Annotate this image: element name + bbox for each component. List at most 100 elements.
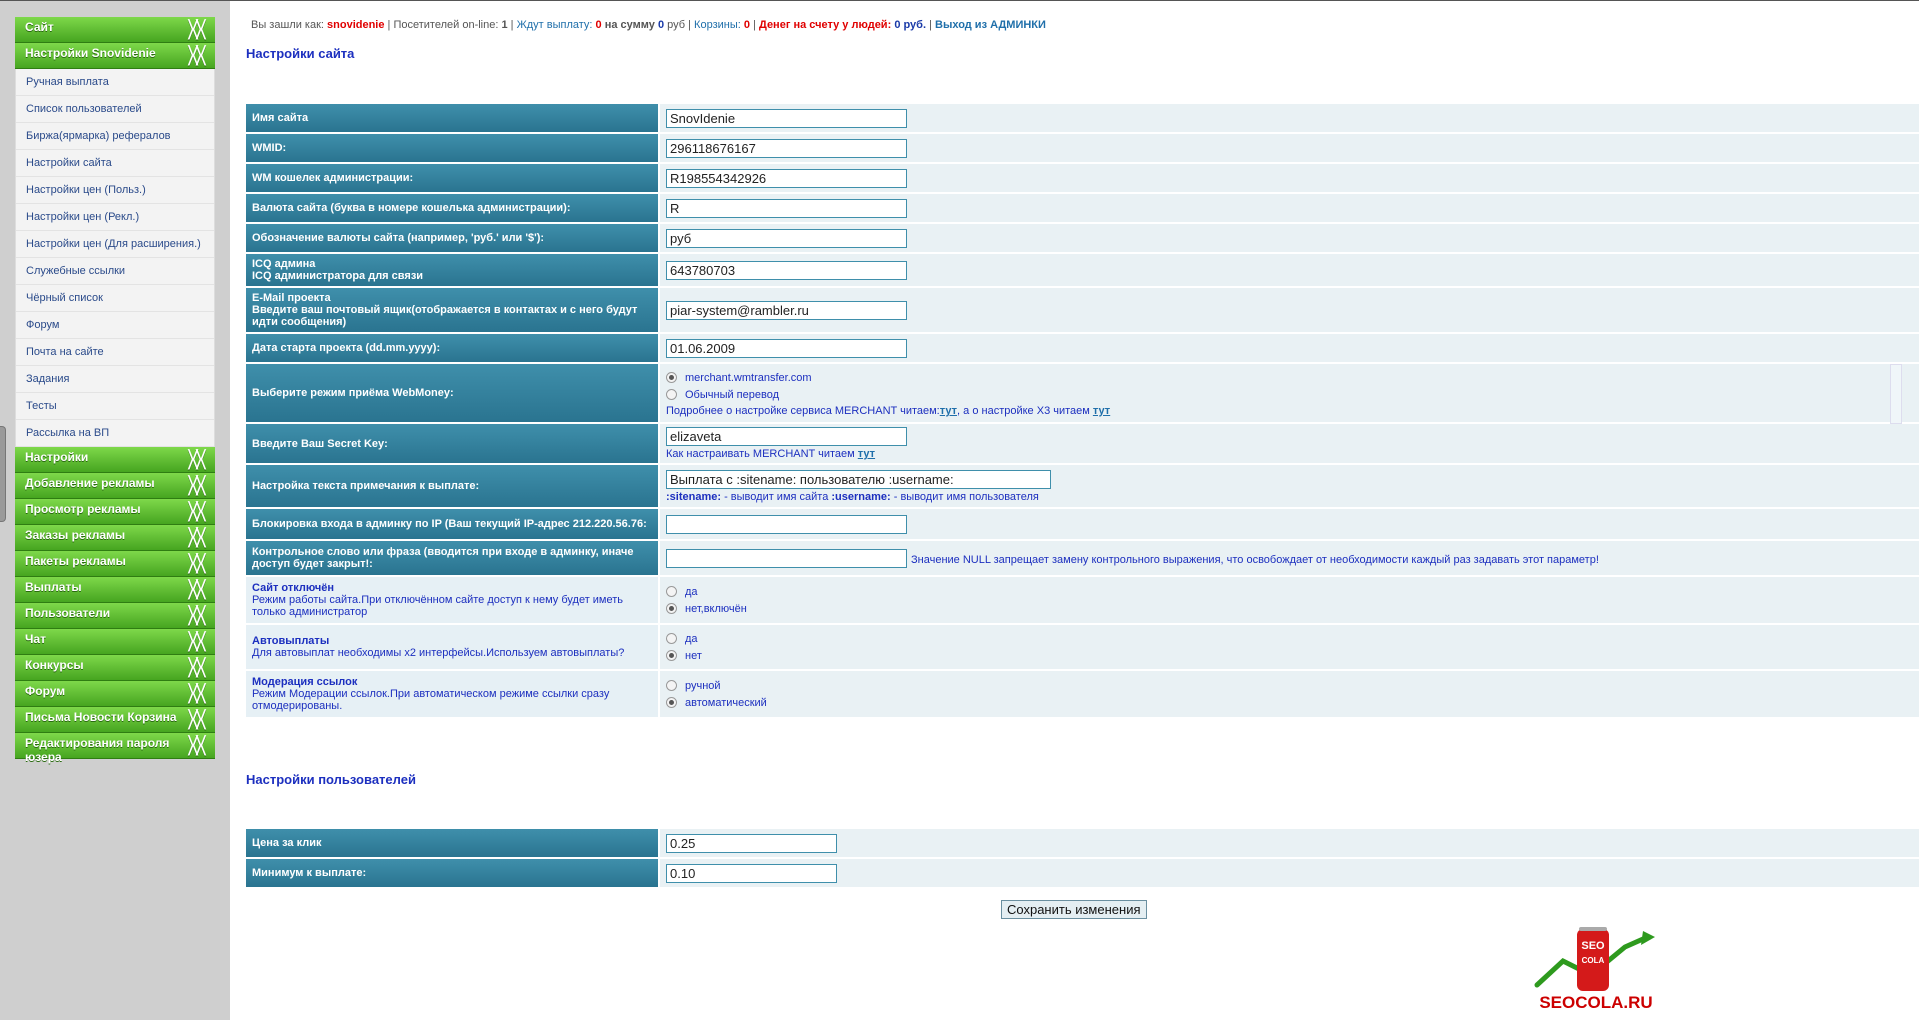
sidebar-group[interactable]: Конкурсы ⋁⋁ ⋀⋀	[15, 655, 215, 681]
logo-can-text-2: COLA	[1582, 956, 1605, 965]
sidebar-group[interactable]: Чат ⋁⋁ ⋀⋀	[15, 629, 215, 655]
sidebar-item[interactable]: Ручная выплата	[16, 69, 214, 96]
autopay-option-yes[interactable]: да	[666, 630, 1913, 647]
start-date-input[interactable]	[666, 338, 907, 358]
sidebar-group[interactable]: Выплаты ⋁⋁ ⋀⋀	[15, 577, 215, 603]
save-changes-button[interactable]: Сохранить изменения	[1001, 900, 1147, 919]
sidebar-item[interactable]: Служебные ссылки	[16, 258, 214, 285]
min-payout-input[interactable]	[666, 863, 837, 883]
label: Блокировка входа в админку по IP (Ваш те…	[246, 509, 658, 539]
label: Цена за клик	[246, 829, 658, 857]
sidebar-item[interactable]: Чёрный список	[16, 285, 214, 312]
row-moderation: Модерация ссылок Режим Модерации ссылок.П…	[246, 671, 1919, 717]
row-icq: ICQ админа ICQ администратора для связи	[246, 254, 1919, 286]
chevron-icon[interactable]: ⋁⋁ ⋀⋀	[183, 44, 209, 65]
chevron-icon[interactable]: ⋁⋁ ⋀⋀	[183, 578, 209, 599]
sidebar-item[interactable]: Настройки цен (Рекл.)	[16, 204, 214, 231]
sidebar-group-label: Конкурсы	[25, 658, 84, 672]
chevron-icon[interactable]: ⋁⋁ ⋀⋀	[183, 526, 209, 547]
chevron-icon[interactable]: ⋁⋁ ⋀⋀	[183, 708, 209, 729]
label: Сайт отключён	[252, 582, 334, 594]
wmid-input[interactable]	[666, 138, 907, 158]
x3-help-link[interactable]: тут	[1093, 405, 1110, 417]
sidebar-item[interactable]: Настройки цен (Для расширения.)	[16, 231, 214, 258]
sidebar-item[interactable]: Настройки сайта	[16, 150, 214, 177]
sidebar-group[interactable]: Добавление рекламы ⋁⋁ ⋀⋀	[15, 473, 215, 499]
row-currency-symbol: Обозначение валюты сайта (например, 'руб…	[246, 224, 1919, 252]
email-input[interactable]	[666, 300, 907, 320]
sidebar-group-label: Добавление рекламы	[25, 476, 155, 490]
site-off-option-no[interactable]: нет,включён	[666, 600, 1913, 617]
wm-wallet-input[interactable]	[666, 168, 907, 188]
radio-selected-icon[interactable]	[666, 372, 677, 383]
payout-note-input[interactable]	[666, 469, 1051, 489]
radio-icon[interactable]	[666, 680, 677, 691]
sidebar-group[interactable]: Редактирования пароля юзера ⋁⋁ ⋀⋀	[15, 733, 215, 764]
chevron-icon[interactable]: ⋁⋁ ⋀⋀	[183, 474, 209, 495]
autopay-option-no[interactable]: нет	[666, 647, 1913, 664]
carts-link[interactable]: Корзины:	[694, 19, 741, 31]
icq-input[interactable]	[666, 260, 907, 280]
moderation-option-auto[interactable]: автоматический	[666, 694, 1913, 711]
sidebar: Сайт ⋁⋁ ⋀⋀ Настройки Snovidenie ⋁⋁ ⋀⋀ Ручн…	[15, 17, 215, 764]
radio-selected-icon[interactable]	[666, 650, 677, 661]
wm-mode-option-merchant[interactable]: merchant.wmtransfer.com	[666, 369, 1913, 386]
radio-selected-icon[interactable]	[666, 603, 677, 614]
wm-mode-option-normal[interactable]: Обычный перевод	[666, 386, 1913, 403]
radio-icon[interactable]	[666, 633, 677, 644]
radio-icon[interactable]	[666, 586, 677, 597]
sidebar-item[interactable]: Почта на сайте	[16, 339, 214, 366]
sidebar-head-site[interactable]: Сайт ⋁⋁ ⋀⋀	[15, 17, 215, 43]
section-title-users: Настройки пользователей	[246, 772, 416, 787]
chevron-icon[interactable]: ⋁⋁ ⋀⋀	[183, 552, 209, 573]
site-off-option-yes[interactable]: да	[666, 583, 1913, 600]
currency-symbol-input[interactable]	[666, 228, 907, 248]
sidebar-group[interactable]: Письма Новости Корзина ⋁⋁ ⋀⋀	[15, 707, 215, 733]
sidebar-group[interactable]: Пользователи ⋁⋁ ⋀⋀	[15, 603, 215, 629]
sidebar-head-label: Настройки Snovidenie	[25, 46, 156, 60]
control-note: Значение NULL запрещает замену контрольн…	[911, 553, 1599, 566]
left-edge-handle[interactable]	[0, 426, 6, 522]
label: Введите Ваш Secret Key:	[246, 424, 658, 463]
main-content: Вы зашли как: snovidenie | Посетителей o…	[230, 1, 1919, 1020]
chevron-icon[interactable]: ⋁⋁ ⋀⋀	[183, 500, 209, 521]
chevron-icon[interactable]: ⋁⋁ ⋀⋀	[183, 734, 209, 755]
chevron-icon[interactable]: ⋁⋁ ⋀⋀	[183, 448, 209, 469]
exit-admin-link[interactable]: Выход из АДМИНКИ	[935, 19, 1046, 31]
sidebar-item[interactable]: Рассылка на ВП	[16, 420, 214, 447]
moderation-option-manual[interactable]: ручной	[666, 677, 1913, 694]
sidebar-group[interactable]: Пакеты рекламы ⋁⋁ ⋀⋀	[15, 551, 215, 577]
label-sub: Введите ваш почтовый ящик(отображается в…	[252, 304, 638, 328]
sidebar-item[interactable]: Биржа(ярмарка) рефералов	[16, 123, 214, 150]
control-word-input[interactable]	[666, 548, 907, 568]
chevron-icon[interactable]: ⋁⋁ ⋀⋀	[183, 630, 209, 651]
sidebar-group[interactable]: Форум ⋁⋁ ⋀⋀	[15, 681, 215, 707]
chevron-icon[interactable]: ⋁⋁ ⋀⋀	[183, 18, 209, 39]
sidebar-item[interactable]: Настройки цен (Польз.)	[16, 177, 214, 204]
sidebar-head-settings-snovidenie[interactable]: Настройки Snovidenie ⋁⋁ ⋀⋀	[15, 43, 215, 69]
site-name-input[interactable]	[666, 108, 907, 128]
secret-help-link[interactable]: тут	[858, 448, 875, 460]
ip-block-input[interactable]	[666, 514, 907, 534]
sidebar-group[interactable]: Настройки ⋁⋁ ⋀⋀	[15, 447, 215, 473]
wait-payout-link[interactable]: Ждут выплату:	[517, 19, 593, 31]
sidebar-item[interactable]: Задания	[16, 366, 214, 393]
radio-icon[interactable]	[666, 389, 677, 400]
sidebar-item[interactable]: Форум	[16, 312, 214, 339]
label-desc: Режим Модерации ссылок.При автоматическо…	[252, 688, 610, 712]
radio-selected-icon[interactable]	[666, 697, 677, 708]
panel-edge	[1890, 364, 1902, 424]
chevron-icon[interactable]: ⋁⋁ ⋀⋀	[183, 656, 209, 677]
label-desc: Для автовыплат необходимы x2 интерфейсы.…	[252, 647, 625, 659]
click-price-input[interactable]	[666, 833, 837, 853]
sidebar-group[interactable]: Заказы рекламы ⋁⋁ ⋀⋀	[15, 525, 215, 551]
label: WMID:	[246, 134, 658, 162]
currency-letter-input[interactable]	[666, 198, 907, 218]
chevron-icon[interactable]: ⋁⋁ ⋀⋀	[183, 604, 209, 625]
merchant-help-link[interactable]: тут	[940, 405, 957, 417]
secret-key-input[interactable]	[666, 427, 907, 446]
sidebar-item[interactable]: Тесты	[16, 393, 214, 420]
chevron-icon[interactable]: ⋁⋁ ⋀⋀	[183, 682, 209, 703]
sidebar-item[interactable]: Список пользователей	[16, 96, 214, 123]
sidebar-group[interactable]: Просмотр рекламы ⋁⋁ ⋀⋀	[15, 499, 215, 525]
